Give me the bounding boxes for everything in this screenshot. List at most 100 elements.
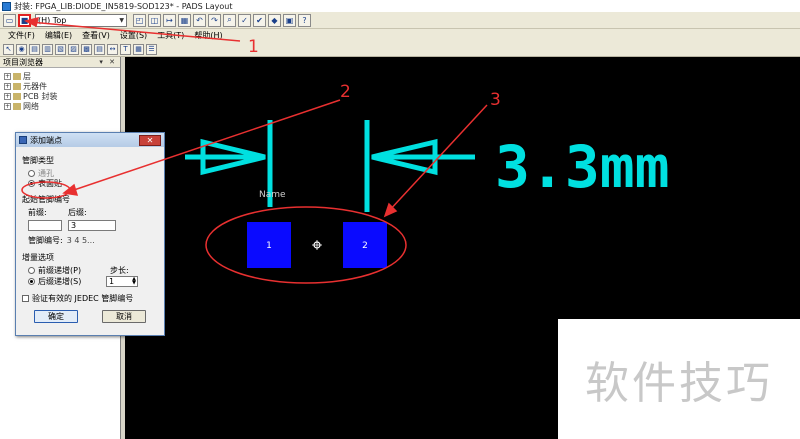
tree-item-pcb-decals[interactable]: + PCB 封装 <box>4 91 120 101</box>
radio-suffix-increment-label: 后缀递增(S) <box>38 277 82 286</box>
pad-icon[interactable]: ▥ <box>42 43 53 55</box>
radio-through-hole[interactable]: 通孔 <box>28 168 158 178</box>
project-tree: + 层 + 元器件 + PCB 封装 + 网络 <box>0 68 120 111</box>
panel-controls[interactable]: ▾ ✕ <box>99 58 117 66</box>
expand-icon[interactable]: + <box>4 92 11 100</box>
expand-icon[interactable]: + <box>4 102 11 110</box>
dialog-app-icon <box>19 136 27 144</box>
close-icon[interactable]: ✕ <box>139 134 161 146</box>
radio-dot-selected <box>28 278 35 285</box>
folder-icon <box>13 72 21 80</box>
step-value: 1 <box>109 277 115 286</box>
project-browser-header: 项目浏览器 ▾ ✕ <box>0 57 120 68</box>
pad-2-label: 2 <box>362 241 368 251</box>
menu-file[interactable]: 文件(F) <box>8 30 35 41</box>
origin-marker <box>312 240 322 250</box>
dimension-text: 3.3mm <box>495 133 670 201</box>
undo-icon[interactable]: ↶ <box>193 13 206 27</box>
suffix-label: 后缀: <box>68 208 87 217</box>
checkbox-box <box>22 295 29 302</box>
pin-numbers-label: 管脚编号: <box>28 236 63 245</box>
prefix-input[interactable] <box>28 220 62 231</box>
design-check-icon[interactable]: ✔ <box>253 13 266 27</box>
prefix-label: 前缀: <box>28 208 47 217</box>
pin-type-group-label: 管脚类型 <box>22 156 54 165</box>
pin-numbers-value: 3 4 5... <box>66 236 95 245</box>
main-toolbar: ▭ ■ (H) Top ▼ ◰ ◫ ↦ ▦ ↶ ↷ ⌕ ✓ ✔ ◆ ▣ ? <box>0 12 800 29</box>
terminal-icon[interactable]: ▧ <box>55 43 66 55</box>
layer-select[interactable]: (H) Top ▼ <box>35 13 127 27</box>
tree-item-label: 网络 <box>23 101 39 111</box>
radio-dot <box>28 267 35 274</box>
radio-suffix-increment[interactable]: 后缀递增(S) <box>28 277 102 287</box>
select-mode-icon[interactable]: ◉ <box>16 43 27 55</box>
suffix-input[interactable]: 3 <box>68 220 116 231</box>
menu-tools[interactable]: 工具(T) <box>157 30 184 41</box>
start-pin-group-label: 起始管脚编号 <box>22 195 70 204</box>
radio-surface-mount-label: 表面贴 <box>38 178 62 188</box>
pad-1-label: 1 <box>266 241 272 251</box>
cancel-button[interactable]: 取消 <box>102 310 146 323</box>
route-icon[interactable]: ↦ <box>163 13 176 27</box>
radio-dot-selected <box>28 179 35 187</box>
redo-icon[interactable]: ↷ <box>208 13 221 27</box>
jedec-checkbox-label: 验证有效的 JEDEC 管脚编号 <box>32 294 134 303</box>
window-title-bar: 封装: FPGA_LIB:DIODE_IN5819-SOD123* - PADS… <box>0 0 800 12</box>
board-icon[interactable]: ▦ <box>178 13 191 27</box>
save-icon[interactable]: ■ <box>18 13 31 27</box>
mode-toolbar: ↖ ◉ ▤ ▥ ▧ ▨ ▩ ▤ ↔ T ▦ ☰ <box>0 42 800 57</box>
project-browser-title: 项目浏览器 <box>3 57 43 67</box>
menu-view[interactable]: 查看(V) <box>82 30 110 41</box>
menu-bar: 文件(F) 编辑(E) 查看(V) 设置(S) 工具(T) 帮助(H) <box>0 29 800 42</box>
add-terminal-dialog: 添加端点 ✕ 管脚类型 通孔 表面贴 起始管脚编号 前缀: 后缀: 3 管脚编号… <box>15 132 165 336</box>
attributes-icon[interactable]: ▩ <box>81 43 92 55</box>
ok-button[interactable]: 确定 <box>34 310 78 323</box>
tree-item-components[interactable]: + 元器件 <box>4 81 120 91</box>
toggle-icon[interactable]: ◰ <box>133 13 146 27</box>
jedec-checkbox[interactable]: 验证有效的 JEDEC 管脚编号 <box>22 293 158 304</box>
step-label: 步长: <box>110 266 129 275</box>
dimension-icon[interactable]: ↔ <box>107 43 118 55</box>
zoom-icon[interactable]: ⌕ <box>223 13 236 27</box>
tree-item-layers[interactable]: + 层 <box>4 71 120 81</box>
radio-prefix-increment[interactable]: 前缀递增(P) <box>28 266 102 276</box>
decal-name-label: Name <box>259 190 286 200</box>
text-icon[interactable]: T <box>120 43 131 55</box>
layer-pair-icon[interactable]: ◫ <box>148 13 161 27</box>
radio-prefix-increment-label: 前缀递增(P) <box>38 266 82 275</box>
increment-group-label: 增量选项 <box>22 253 54 262</box>
wizard-icon[interactable]: ▨ <box>68 43 79 55</box>
list-icon[interactable]: ☰ <box>146 43 157 55</box>
watermark: 软件技巧 <box>558 319 800 439</box>
folder-icon <box>13 102 21 110</box>
window-title: 封装: FPGA_LIB:DIODE_IN5819-SOD123* - PADS… <box>14 1 233 11</box>
open-folder-icon[interactable]: ▭ <box>3 13 16 27</box>
drafting-icon[interactable]: ▤ <box>29 43 40 55</box>
tree-item-nets[interactable]: + 网络 <box>4 101 120 111</box>
menu-help[interactable]: 帮助(H) <box>194 30 222 41</box>
select-arrow-icon[interactable]: ↖ <box>3 43 14 55</box>
grid-icon[interactable]: ▦ <box>133 43 144 55</box>
dialog-title-bar: 添加端点 ✕ <box>16 133 164 147</box>
expand-icon[interactable]: + <box>4 82 11 90</box>
fill-icon[interactable]: ◆ <box>268 13 281 27</box>
folder-icon <box>13 92 21 100</box>
radio-surface-mount[interactable]: 表面贴 <box>28 178 158 188</box>
folder-icon <box>13 82 21 90</box>
help-icon[interactable]: ? <box>298 13 311 27</box>
step-stepper[interactable]: 1 ▲ ▼ <box>106 276 138 287</box>
window-icon[interactable]: ▣ <box>283 13 296 27</box>
menu-edit[interactable]: 编辑(E) <box>45 30 72 41</box>
expand-icon[interactable]: + <box>4 72 11 80</box>
chevron-down-icon: ▼ <box>119 16 124 24</box>
watermark-text: 软件技巧 <box>585 358 773 409</box>
layer-select-value: (H) Top <box>38 15 67 25</box>
stepper-arrows-icon[interactable]: ▲ ▼ <box>132 277 136 286</box>
pads-app-icon <box>2 1 11 11</box>
menu-setup[interactable]: 设置(S) <box>120 30 147 41</box>
properties-icon[interactable]: ▤ <box>94 43 105 55</box>
dimension-graphic <box>185 120 475 212</box>
verify-icon[interactable]: ✓ <box>238 13 251 27</box>
dialog-title: 添加端点 <box>30 135 62 145</box>
radio-dot <box>28 169 35 177</box>
